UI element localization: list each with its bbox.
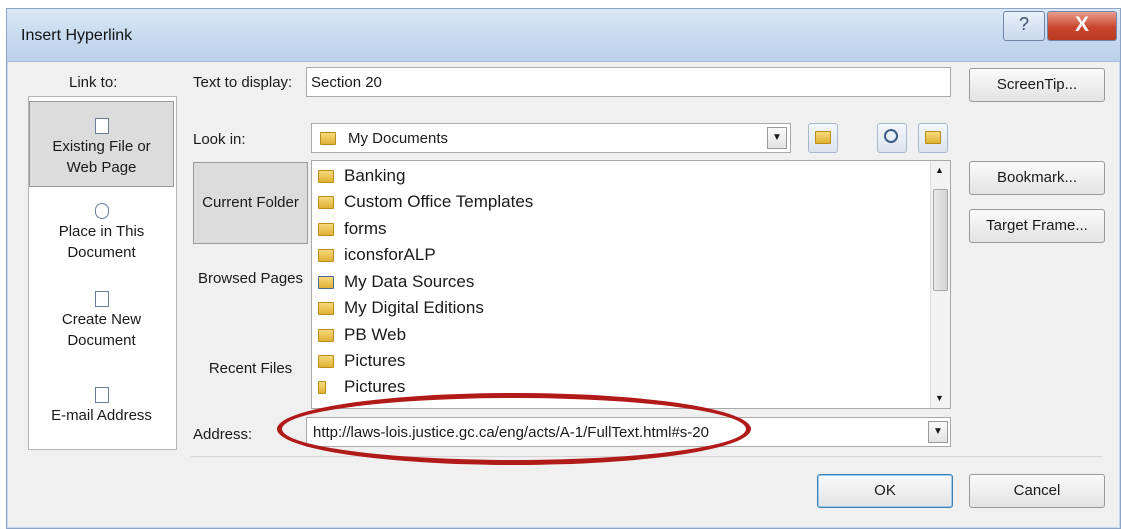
help-icon: ? — [1018, 14, 1029, 34]
my-documents-icon — [320, 132, 336, 145]
list-item[interactable]: Pictures — [318, 351, 405, 371]
tab-recent-files[interactable]: Recent Files — [193, 360, 308, 390]
list-item[interactable]: iconsforALP — [318, 245, 436, 265]
text-to-display-value: Section 20 — [311, 74, 382, 91]
address-label: Address: — [193, 426, 253, 443]
title-bar: Insert Hyperlink ? X — [7, 9, 1120, 62]
address-chevron-down-icon[interactable]: ▼ — [928, 421, 948, 443]
file-list-scrollbar[interactable]: ▲ ▼ — [930, 161, 950, 408]
dialog-title: Insert Hyperlink — [21, 27, 133, 44]
file-name: My Digital Editions — [344, 298, 484, 317]
bookmark-button[interactable]: Bookmark... — [969, 161, 1105, 195]
list-item[interactable]: My Digital Editions — [318, 298, 484, 318]
scroll-down-icon[interactable]: ▼ — [935, 393, 944, 403]
file-name: Banking — [344, 166, 406, 185]
link-place-in-document[interactable]: Place in This Document — [29, 203, 174, 271]
folder-icon — [318, 355, 334, 369]
text-to-display-field[interactable]: Section 20 — [306, 67, 951, 97]
list-item[interactable]: Custom Office Templates — [318, 192, 533, 212]
file-name: Pictures — [344, 377, 406, 396]
email-icon — [94, 387, 109, 403]
link-create-line2: Document — [67, 332, 136, 349]
file-name: PB Web — [344, 325, 407, 344]
look-in-dropdown[interactable]: My Documents — [311, 123, 791, 153]
folder-icon — [318, 302, 334, 316]
browse-web-button[interactable] — [877, 123, 907, 153]
open-folder-icon — [925, 131, 941, 144]
browse-web-icon — [884, 129, 898, 143]
scroll-up-icon[interactable]: ▲ — [935, 165, 944, 175]
file-name: Custom Office Templates — [344, 192, 534, 211]
folder-icon — [318, 329, 334, 343]
scrollbar-thumb[interactable] — [933, 189, 948, 291]
file-list: Banking Custom Office Templates forms ic… — [311, 160, 951, 409]
link-create-line1: Create New — [61, 311, 142, 328]
up-one-folder-button[interactable] — [808, 123, 838, 153]
look-in-value: My Documents — [348, 130, 449, 147]
web-page-icon — [94, 118, 109, 134]
link-place-line1: Place in This — [58, 223, 145, 240]
browse-file-button[interactable] — [918, 123, 948, 153]
link-create-new-document[interactable]: Create New Document — [29, 291, 174, 359]
new-document-icon — [94, 291, 109, 307]
look-in-chevron-down-icon[interactable]: ▼ — [767, 127, 787, 149]
tab-current-folder[interactable]: Current Folder — [193, 162, 308, 244]
tab-browsed-pages[interactable]: Browsed Pages — [193, 270, 308, 300]
address-value: http://laws-lois.justice.gc.ca/eng/acts/… — [313, 424, 709, 441]
link-to-pane: Existing File or Web Page Place in This … — [28, 96, 177, 450]
list-item[interactable]: My Data Sources — [318, 272, 474, 292]
list-item[interactable]: Banking — [318, 166, 405, 186]
link-existing-file[interactable]: Existing File or Web Page — [29, 101, 174, 187]
link-existing-file-line2: Web Page — [66, 159, 137, 176]
link-email-line1: E-mail Address — [51, 407, 152, 424]
ok-button[interactable]: OK — [817, 474, 953, 508]
look-in-label: Look in: — [193, 131, 246, 148]
list-item[interactable]: forms — [318, 219, 387, 239]
list-item[interactable]: Pictures — [318, 377, 405, 397]
file-name: Pictures — [344, 351, 406, 370]
file-name: iconsforALP — [344, 245, 436, 264]
text-to-display-label: Text to display: — [193, 74, 293, 91]
target-frame-button[interactable]: Target Frame... — [969, 209, 1105, 243]
link-email-address[interactable]: E-mail Address — [29, 387, 174, 435]
up-folder-icon — [815, 131, 831, 144]
help-button[interactable]: ? — [1003, 11, 1045, 41]
folder-icon — [318, 196, 334, 210]
close-button[interactable]: X — [1047, 11, 1117, 41]
list-item[interactable]: PB Web — [318, 325, 406, 345]
address-field[interactable]: http://laws-lois.justice.gc.ca/eng/acts/… — [306, 417, 951, 447]
screentip-button[interactable]: ScreenTip... — [969, 68, 1105, 102]
file-name: My Data Sources — [344, 272, 475, 291]
folder-icon — [318, 249, 334, 263]
data-sources-folder-icon — [318, 276, 334, 290]
folder-icon — [318, 223, 334, 237]
link-to-label: Link to: — [69, 74, 118, 91]
file-name: forms — [344, 219, 387, 238]
pictures-shortcut-icon — [318, 381, 326, 395]
link-place-line2: Document — [67, 244, 136, 261]
link-existing-file-line1: Existing File or — [52, 138, 151, 155]
browse-tabs: Current Folder Browsed Pages Recent File… — [193, 160, 310, 409]
cancel-button[interactable]: Cancel — [969, 474, 1105, 508]
document-place-icon — [94, 203, 109, 219]
close-icon: X — [1074, 13, 1089, 36]
folder-icon — [318, 170, 334, 184]
divider — [191, 456, 1103, 457]
